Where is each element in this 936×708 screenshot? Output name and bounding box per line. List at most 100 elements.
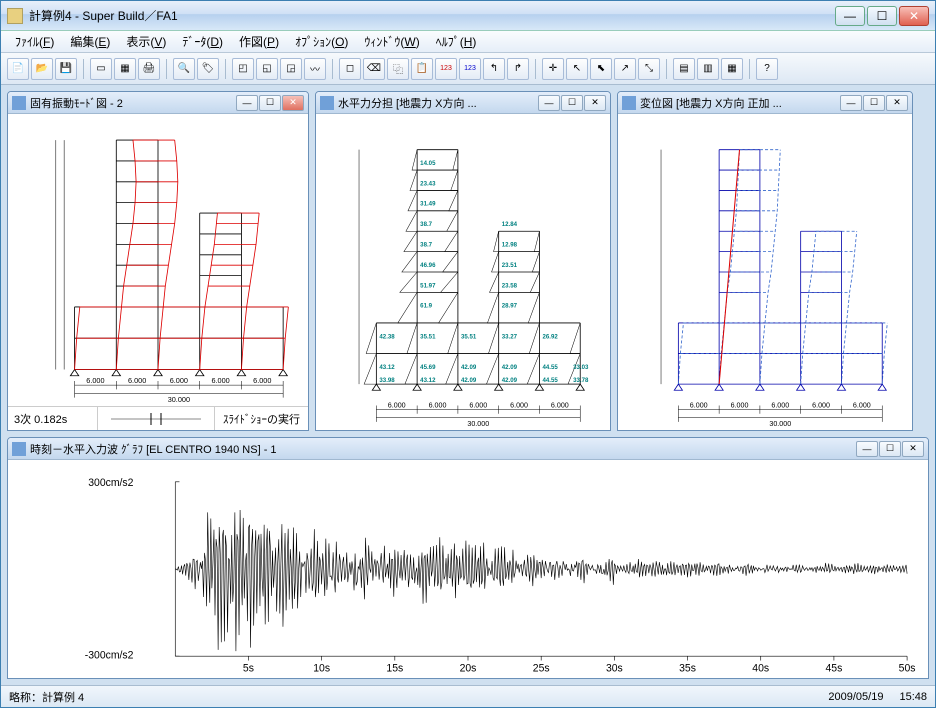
tb-num2-icon[interactable]: 123 [459, 58, 481, 80]
tb-win3-icon[interactable]: ▦ [721, 58, 743, 80]
tb-win1-icon[interactable]: ▤ [673, 58, 695, 80]
svg-text:6.000: 6.000 [690, 402, 708, 410]
tb-view1-icon[interactable]: ◰ [232, 58, 254, 80]
tb-grid-icon[interactable]: ▦ [114, 58, 136, 80]
tb-view2-icon[interactable]: ◱ [256, 58, 278, 80]
statusbar: 略称：計算例 4 2009/05/19 15:48 [1, 685, 935, 707]
tb-del-icon[interactable]: ⌫ [363, 58, 385, 80]
mode-shape-svg: 6.000 6.000 6.000 6.000 6.000 30.000 [8, 114, 308, 406]
svg-text:40s: 40s [752, 662, 769, 674]
menu-file[interactable]: ﾌｧｲﾙ(F) [7, 30, 62, 53]
svg-text:14.05: 14.05 [420, 160, 436, 167]
tb-save-icon[interactable]: 💾 [55, 58, 77, 80]
tb-cursor2-icon[interactable]: ↖ [566, 58, 588, 80]
minimize-button[interactable]: — [835, 6, 865, 26]
titlebar: 計算例4 - Super Build／FA1 — ☐ ✕ [1, 1, 935, 31]
svg-text:6.000: 6.000 [128, 376, 146, 385]
menubar: ﾌｧｲﾙ(F) 編集(E) 表示(V) ﾃﾞｰﾀ(D) 作図(P) ｵﾌﾟｼｮﾝ… [1, 31, 935, 53]
svg-text:45.69: 45.69 [420, 364, 436, 371]
child-window-icon [12, 96, 26, 110]
child-titlebar[interactable]: 時刻－水平入力波 ｸﾞﾗﾌ [EL CENTRO 1940 NS] - 1 — … [8, 438, 928, 460]
child-close-button[interactable]: ✕ [902, 441, 924, 457]
toolbar-separator [332, 59, 333, 79]
status-date: 2009/05/19 [828, 691, 883, 703]
svg-text:51.97: 51.97 [420, 282, 436, 289]
maximize-button[interactable]: ☐ [867, 6, 897, 26]
tb-print-icon[interactable]: 🖨 [138, 58, 160, 80]
tb-prop-icon[interactable]: ▭ [90, 58, 112, 80]
svg-text:26.92: 26.92 [543, 333, 559, 340]
tb-view4-icon[interactable]: 〰 [304, 58, 326, 80]
toolbar-separator [535, 59, 536, 79]
svg-text:33.03: 33.03 [573, 364, 589, 371]
mode-slider[interactable] [98, 407, 215, 430]
tb-cursor1-icon[interactable]: ✛ [542, 58, 564, 80]
horizontal-force-svg: 14.05 23.43 31.49 38.7 12.84 38.7 12.98 … [316, 114, 610, 430]
tb-new2-icon[interactable]: ◻ [339, 58, 361, 80]
svg-text:6.000: 6.000 [211, 376, 229, 385]
child-maximize-button[interactable]: ☐ [259, 95, 281, 111]
tb-tag-icon[interactable]: 🏷 [197, 58, 219, 80]
menu-data[interactable]: ﾃﾞｰﾀ(D) [174, 30, 231, 53]
tb-open-icon[interactable]: 📂 [31, 58, 53, 80]
child-maximize-button[interactable]: ☐ [879, 441, 901, 457]
child-maximize-button[interactable]: ☐ [863, 95, 885, 111]
svg-text:6.000: 6.000 [429, 402, 447, 410]
tb-cursor4-icon[interactable]: ↗ [614, 58, 636, 80]
child-titlebar[interactable]: 水平力分担 [地震力 X方向 ... — ☐ ✕ [316, 92, 610, 114]
mode-shape-plot: 6.000 6.000 6.000 6.000 6.000 30.000 [8, 114, 308, 406]
toolbar-separator [666, 59, 667, 79]
close-button[interactable]: ✕ [899, 6, 929, 26]
slideshow-button[interactable]: ｽﾗｲﾄﾞｼｮｰの実行 [215, 407, 308, 430]
child-window-mode-shape: 固有振動ﾓｰﾄﾞ図 - 2 — ☐ ✕ [7, 91, 309, 431]
child-minimize-button[interactable]: — [538, 95, 560, 111]
menu-edit[interactable]: 編集(E) [62, 30, 118, 53]
toolbar: 📄 📂 💾 ▭ ▦ 🖨 🔍 🏷 ◰ ◱ ◲ 〰 ◻ ⌫ ⿻ 📋 123 123 … [1, 53, 935, 85]
svg-text:23.51: 23.51 [502, 262, 518, 269]
tb-num1-icon[interactable]: 123 [435, 58, 457, 80]
tb-cursor5-icon[interactable]: ⤡ [638, 58, 660, 80]
menu-option[interactable]: ｵﾌﾟｼｮﾝ(O) [287, 30, 356, 53]
menu-window[interactable]: ｳｨﾝﾄﾞｳ(W) [356, 30, 427, 53]
child-window-title: 時刻－水平入力波 ｸﾞﾗﾌ [EL CENTRO 1940 NS] - 1 [30, 441, 856, 457]
titlebar-title: 計算例4 - Super Build／FA1 [29, 7, 835, 24]
svg-text:6.000: 6.000 [510, 402, 528, 410]
tb-copy-icon[interactable]: ⿻ [387, 58, 409, 80]
child-close-button[interactable]: ✕ [282, 95, 304, 111]
child-titlebar[interactable]: 固有振動ﾓｰﾄﾞ図 - 2 — ☐ ✕ [8, 92, 308, 114]
tb-paste-icon[interactable]: 📋 [411, 58, 433, 80]
tb-new-icon[interactable]: 📄 [7, 58, 29, 80]
tb-view3-icon[interactable]: ◲ [280, 58, 302, 80]
menu-view[interactable]: 表示(V) [118, 30, 174, 53]
tb-arrow-r-icon[interactable]: ↱ [507, 58, 529, 80]
child-titlebar[interactable]: 変位図 [地震力 X方向 正加 ... — ☐ ✕ [618, 92, 912, 114]
tb-find-icon[interactable]: 🔍 [173, 58, 195, 80]
svg-text:42.09: 42.09 [502, 377, 518, 384]
svg-text:35.51: 35.51 [461, 333, 477, 340]
svg-text:30.000: 30.000 [769, 420, 791, 428]
child-minimize-button[interactable]: — [856, 441, 878, 457]
displacement-plot: 6.000 6.000 6.000 6.000 6.000 30.000 [618, 114, 912, 430]
child-maximize-button[interactable]: ☐ [561, 95, 583, 111]
child-close-button[interactable]: ✕ [886, 95, 908, 111]
menu-plot[interactable]: 作図(P) [231, 30, 287, 53]
svg-text:43.12: 43.12 [420, 377, 436, 384]
menu-help[interactable]: ﾍﾙﾌﾟ(H) [428, 30, 485, 53]
svg-text:6.000: 6.000 [469, 402, 487, 410]
tb-cursor3-icon[interactable]: ⬉ [590, 58, 612, 80]
tb-arrow-l-icon[interactable]: ↰ [483, 58, 505, 80]
svg-text:5s: 5s [243, 662, 254, 674]
child-minimize-button[interactable]: — [840, 95, 862, 111]
tb-help-icon[interactable]: ? [756, 58, 778, 80]
child-window-title: 水平力分担 [地震力 X方向 ... [338, 95, 538, 111]
child-close-button[interactable]: ✕ [584, 95, 606, 111]
waveform-svg: 300cm/s2 -300cm/s2 5s 10s 15s 20s 25s 30… [8, 460, 928, 678]
child-window-icon [12, 442, 26, 456]
status-label: 略称：計算例 4 [9, 689, 828, 705]
child-window-title: 固有振動ﾓｰﾄﾞ図 - 2 [30, 95, 236, 111]
svg-text:12.98: 12.98 [502, 242, 518, 249]
child-window-icon [622, 96, 636, 110]
child-minimize-button[interactable]: — [236, 95, 258, 111]
svg-text:23.58: 23.58 [502, 282, 518, 289]
tb-win2-icon[interactable]: ▥ [697, 58, 719, 80]
